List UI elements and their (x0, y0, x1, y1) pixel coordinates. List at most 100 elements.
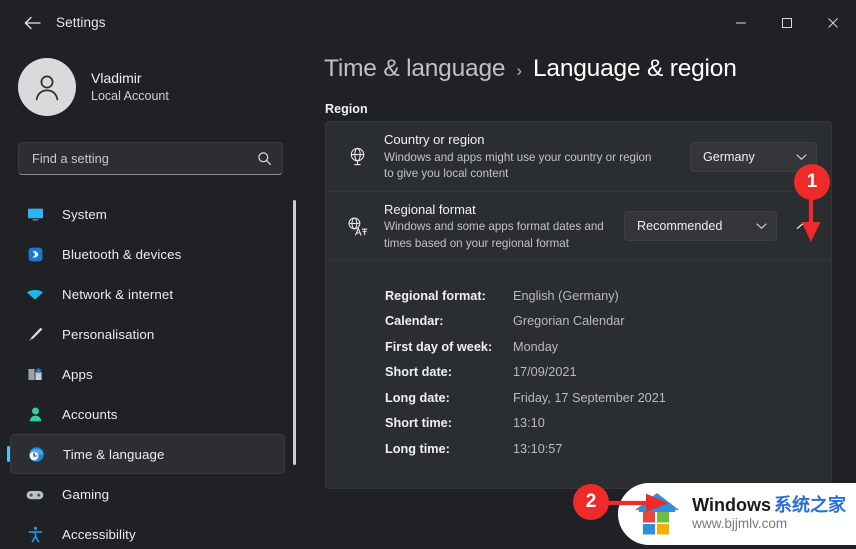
title-bar: Settings (0, 0, 856, 45)
maximize-button[interactable] (764, 0, 810, 45)
detail-label: Regional format: (385, 288, 486, 303)
sidebar-item-apps[interactable]: Apps (10, 354, 285, 394)
minimize-icon (735, 17, 747, 29)
country-dropdown-value: Germany (703, 149, 755, 164)
regional-format-dropdown-value: Recommended (637, 219, 723, 233)
account-name: Vladimir (91, 69, 142, 86)
watermark-brand-en: Windows (692, 495, 771, 516)
account-type: Local Account (91, 88, 169, 103)
breadcrumb-separator-icon: › (516, 61, 522, 80)
content-area: Time & language › Language & region Regi… (310, 45, 856, 549)
clock-globe-icon (25, 443, 47, 465)
gamepad-icon (24, 483, 46, 505)
detail-row: Short time: 13:10 (385, 411, 831, 437)
search-input[interactable] (32, 151, 257, 166)
sidebar-item-accounts[interactable]: Accounts (10, 394, 285, 434)
apps-icon (24, 363, 46, 385)
globe-icon (342, 146, 372, 167)
minimize-button[interactable] (718, 0, 764, 45)
sidebar-item-label: System (62, 206, 107, 222)
sidebar-item-label: Gaming (62, 486, 110, 502)
detail-value: Gregorian Calendar (513, 314, 625, 329)
chevron-down-icon (756, 222, 767, 230)
sidebar-item-personalisation[interactable]: Personalisation (10, 314, 285, 354)
sidebar-item-system[interactable]: System (10, 194, 285, 234)
sidebar-item-label: Apps (62, 366, 93, 382)
annotation-badge-2: 2 (573, 484, 609, 520)
detail-row: Short date: 17/09/2021 (385, 360, 831, 386)
sidebar-scrollbar[interactable] (293, 200, 296, 465)
detail-label: Short date: (385, 365, 452, 380)
page-title: Language & region (532, 55, 737, 82)
avatar (18, 58, 76, 116)
detail-label: Calendar: (385, 314, 444, 329)
sidebar-item-label: Time & language (63, 446, 165, 462)
sidebar-item-label: Network & internet (62, 286, 174, 302)
card-description: Windows and some apps format dates and t… (384, 220, 604, 250)
back-button[interactable] (14, 7, 50, 39)
regional-format-dropdown[interactable]: Recommended (624, 211, 777, 241)
country-or-region-card[interactable]: Country or region Windows and apps might… (325, 121, 832, 192)
sidebar-item-gaming[interactable]: Gaming (10, 474, 285, 514)
annotation-badge-1: 1 (794, 164, 830, 200)
annotation-arrow-2-icon (597, 491, 672, 520)
detail-row: Long time: 13:10:57 (385, 436, 831, 462)
detail-value: 17/09/2021 (513, 365, 577, 380)
person-avatar-icon (30, 70, 64, 104)
search-box[interactable] (18, 142, 283, 175)
card-description: Windows and apps might use your country … (384, 150, 652, 181)
detail-value: English (Germany) (513, 288, 619, 303)
detail-label: Long time: (385, 441, 450, 456)
sidebar-item-bluetooth-devices[interactable]: Bluetooth & devices (10, 234, 285, 274)
detail-value: Friday, 17 September 2021 (513, 390, 666, 405)
watermark-brand-cn: 系统之家 (774, 495, 846, 516)
sidebar-item-label: Accessibility (62, 526, 136, 542)
region-section-header: Region (325, 102, 368, 116)
detail-row: Regional format: English (Germany) (385, 283, 831, 309)
sidebar-item-time-language[interactable]: Time & language (7, 434, 285, 474)
detail-value: Monday (513, 339, 559, 354)
breadcrumb: Time & language › Language & region (324, 55, 737, 83)
detail-value: 13:10 (513, 416, 545, 431)
wifi-icon (24, 283, 46, 305)
sidebar-item-network-internet[interactable]: Network & internet (10, 274, 285, 314)
regional-format-card[interactable]: Regional format Windows and some apps fo… (325, 192, 832, 261)
detail-row: Long date: Friday, 17 September 2021 (385, 385, 831, 411)
watermark-brand: Windows 系统之家 (692, 495, 846, 516)
globe-language-icon (342, 216, 372, 237)
window-title: Settings (56, 15, 106, 30)
card-title: Country or region (384, 132, 485, 148)
bluetooth-icon (24, 243, 46, 265)
close-icon (827, 17, 839, 29)
window-controls (718, 0, 856, 45)
sidebar-item-label: Personalisation (62, 326, 155, 342)
breadcrumb-parent[interactable]: Time & language (324, 55, 506, 83)
detail-row: Calendar: Gregorian Calendar (385, 309, 831, 335)
detail-value: 13:10:57 (513, 441, 563, 456)
maximize-icon (781, 17, 793, 29)
detail-row: First day of week: Monday (385, 334, 831, 360)
search-icon[interactable] (257, 151, 272, 166)
sidebar-item-label: Accounts (62, 406, 118, 422)
settings-window: Settings Vladimir Local Account Find a s… (0, 0, 856, 549)
detail-label: Long date: (385, 390, 450, 405)
accounts-icon (24, 403, 46, 425)
nav-list: System Bluetooth & devices Network & int… (0, 194, 310, 549)
close-button[interactable] (810, 0, 856, 45)
paintbrush-icon (24, 323, 46, 345)
watermark-url: www.bjjmlv.com (692, 515, 788, 531)
monitor-icon (24, 203, 46, 225)
back-arrow-icon (24, 16, 41, 30)
sidebar-item-accessibility[interactable]: Accessibility (10, 514, 285, 549)
detail-label: Short time: (385, 416, 452, 431)
regional-format-details: Regional format: English (Germany) Calen… (325, 261, 832, 489)
account-block[interactable]: Vladimir Local Account (0, 45, 310, 116)
sidebar-item-label: Bluetooth & devices (62, 246, 182, 262)
sidebar: Vladimir Local Account System (0, 45, 310, 549)
country-dropdown[interactable]: Germany (690, 141, 817, 172)
settings-cards: Country or region Windows and apps might… (325, 121, 832, 489)
accessibility-icon (24, 523, 46, 545)
chevron-down-icon (796, 153, 807, 161)
detail-label: First day of week: (385, 339, 493, 354)
card-title: Regional format (384, 201, 476, 217)
